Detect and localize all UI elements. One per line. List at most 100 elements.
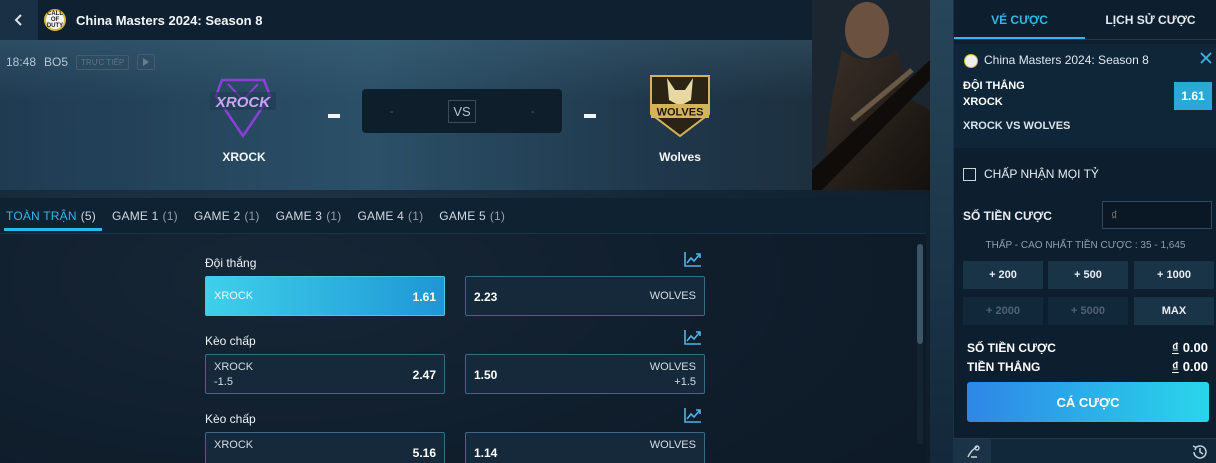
chart-trend-icon[interactable] [683,328,703,346]
tab-game-1[interactable]: GAME 1 (1) [106,198,188,234]
league-logo: CALL OF DUTY [44,9,66,31]
max-stake-button[interactable]: MAX [1134,297,1214,325]
team2-score: - [530,104,535,118]
market-title: Kèo chấp [205,334,256,348]
potential-win-label: TIỀN THẮNG [967,360,1041,374]
svg-text:XROCK: XROCK [215,94,271,111]
accept-odds-label: CHẤP NHẬN MỌI TỶ [984,167,1099,181]
market-tabs: TOÀN TRẬN (5) GAME 1 (1) GAME 2 (1) GAME 3(… [0,198,926,234]
quick-add-200-button[interactable]: + 200 [963,261,1043,289]
scrollbar-thumb[interactable] [917,244,923,344]
chevron-left-icon [14,14,22,26]
stake-label: SỐ TIỀN CƯỢC [963,209,1052,223]
header-bar: CALL OF DUTY China Masters 2024: Season … [0,0,930,40]
match-time: 18:48 [6,55,37,69]
tab-count: (1) [489,208,506,223]
score-separator [328,114,340,118]
live-badge: TRỰC TIẾP [76,54,130,70]
score-separator [584,114,596,118]
selection-pick: XROCK [963,96,1003,108]
odds-button-xrock[interactable]: XROCK 1.61 [205,276,445,316]
accept-any-odds[interactable]: CHẤP NHẬN MỌI TỶ [963,167,1099,181]
tab-game-3[interactable]: GAME 3 (1) [270,198,352,234]
markets-scrollbar[interactable] [917,244,923,444]
currency-symbol: ₫ [1172,359,1179,374]
score-box: - VS - [362,89,562,133]
currency-symbol: ₫ [1172,340,1179,355]
selection-odds: 1.61 [1174,82,1212,110]
tab-game-5[interactable]: GAME 5 (1) [433,198,515,234]
tab-game-2[interactable]: GAME 2 (1) [188,198,270,234]
odds-button-wolves[interactable]: 2.23 WOLVES [465,276,705,316]
ticket-icon[interactable] [954,439,991,463]
slip-tabs: VÉ CƯỢC LỊCH SỬ CƯỢC [954,0,1216,40]
tab-bet-slip[interactable]: VÉ CƯỢC [954,0,1085,39]
tab-label: GAME 2 [193,208,241,223]
slip-footer [954,438,1216,463]
accept-odds-checkbox[interactable] [963,167,976,181]
history-icon[interactable] [1191,443,1209,461]
odds-value: 1.14 [474,446,498,460]
svg-text:WOLVES: WOLVES [657,107,704,119]
odds-team: XROCK [214,290,254,302]
xrock-logo: XROCK [210,78,276,139]
tab-game-4[interactable]: GAME 4 (1) [351,198,433,234]
odds-button-xrock[interactable]: XROCK 5.16 [205,432,445,463]
market-title: Kèo chấp [205,412,256,426]
total-stake-value: ₫ 0.00 [1172,340,1208,355]
odds-value: 2.47 [412,368,436,382]
tab-label: GAME 3 [275,208,323,223]
team1-name: XROCK [222,150,266,164]
odds-value: 2.23 [474,290,498,304]
odds-handicap: +1.5 [674,376,696,388]
match-banner: 18:48 BO5 TRỰC TIẾP XROCK XROCK - VS - W… [0,40,930,190]
tab-label: GAME 4 [357,208,405,223]
tab-count: (5) [80,208,96,223]
market-title: Đội thắng [205,256,257,270]
odds-button-wolves[interactable]: 1.50 WOLVES +1.5 [465,354,705,394]
quick-add-500-button[interactable]: + 500 [1048,261,1128,289]
tab-count: (1) [162,208,178,223]
tab-label: TOÀN TRẬN [6,208,77,223]
tab-count: (1) [244,208,260,223]
chart-trend-icon[interactable] [683,250,703,268]
tab-count: (1) [408,208,424,223]
tab-count: (1) [326,208,342,223]
odds-team: XROCK [214,361,254,373]
tab-label: GAME 1 [111,208,159,223]
match-info: 18:48 BO5 TRỰC TIẾP [0,54,156,70]
back-button[interactable] [0,0,38,40]
quick-add-1000-button[interactable]: + 1000 [1134,261,1214,289]
tab-full-match[interactable]: TOÀN TRẬN (5) [0,198,106,234]
quick-add-2000-button[interactable]: + 2000 [963,297,1043,325]
play-icon[interactable] [137,54,156,70]
close-icon[interactable] [1200,52,1212,64]
potential-win-amount: 0.00 [1182,359,1208,374]
quick-add-5000-button[interactable]: + 5000 [1048,297,1128,325]
tab-label: GAME 5 [439,208,486,223]
team1-score: - [389,104,394,118]
selection-league: China Masters 2024: Season 8 [984,53,1149,67]
background-strip [930,0,953,463]
wolves-logo: WOLVES [650,75,710,138]
selection-market: ĐỘI THẮNG [963,80,1025,92]
odds-button-wolves[interactable]: 1.14 WOLVES [465,432,705,463]
odds-value: 1.61 [412,290,436,304]
selection-match: XROCK VS WOLVES [963,120,1071,132]
odds-team: WOLVES [649,361,696,373]
place-bet-button[interactable]: CÁ CƯỢC [967,382,1209,422]
odds-button-xrock[interactable]: XROCK -1.5 2.47 [205,354,445,394]
odds-handicap: -1.5 [214,376,233,388]
vs-label: VS [448,99,476,123]
page-title: China Masters 2024: Season 8 [76,12,263,28]
league-logo-small [964,54,978,68]
tab-bet-history[interactable]: LỊCH SỬ CƯỢC [1085,0,1216,39]
stake-input[interactable] [1102,201,1212,229]
potential-win-value: ₫ 0.00 [1172,359,1208,374]
odds-value: 1.50 [474,368,498,382]
total-stake-amount: 0.00 [1182,340,1208,355]
match-format: BO5 [44,55,69,69]
chart-trend-icon[interactable] [683,406,703,424]
odds-team: WOLVES [649,290,696,302]
bet-slip: VÉ CƯỢC LỊCH SỬ CƯỢC China Masters 2024:… [953,0,1216,463]
